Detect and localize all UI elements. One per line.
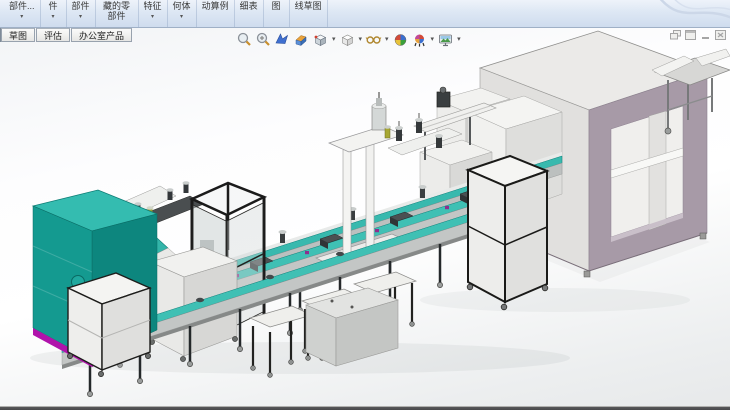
assembly-model[interactable] [0,28,730,406]
ribbon-item-bill-of-materials[interactable]: 细表 [235,0,264,28]
heads-up-view-toolbar: ▾ ▾ ▾ ▾ ▾ [236,29,462,49]
command-manager-tabs: 草图 评估 办公室产品 [0,28,133,42]
ribbon-toolbar: 部件... ▾ 件 ▾ 部件 ▾ 藏的零部件 特征 ▾ 何体 ▾ [0,0,730,28]
chevron-down-icon[interactable]: ▾ [20,14,23,20]
ribbon-item-label: 线草图 [295,1,322,11]
ribbon-item-exploded-view[interactable]: 图 [264,0,290,28]
ribbon-item-motion-study[interactable]: 动算例 [197,0,235,28]
display-style-icon[interactable] [339,31,356,48]
ribbon-item-label: 藏的零部件 [101,1,133,21]
tab-office-products[interactable]: 办公室产品 [71,28,132,42]
edit-appearance-icon[interactable] [392,31,409,48]
ribbon-item-fasteners[interactable]: 件 ▾ [41,0,67,28]
tab-evaluate[interactable]: 评估 [36,28,70,42]
hide-show-items-icon[interactable] [365,31,382,48]
ribbon-item-label: 部件 [72,1,90,11]
chevron-down-icon[interactable]: ▾ [385,35,389,43]
ribbon-item-insert-components[interactable]: 部件... ▾ [4,0,41,28]
chevron-down-icon[interactable]: ▾ [332,35,336,43]
solidworks-window: 部件... ▾ 件 ▾ 部件 ▾ 藏的零部件 特征 ▾ 何体 ▾ [0,0,730,410]
tab-label: 办公室产品 [79,29,124,42]
ribbon-item-label: 特征 [144,1,162,11]
zoom-to-fit-icon[interactable] [236,31,253,48]
ribbon-item-label: 件 [49,1,58,11]
chevron-down-icon[interactable]: ▾ [431,35,435,43]
chevron-down-icon[interactable]: ▾ [180,14,183,20]
chevron-down-icon[interactable]: ▾ [151,14,154,20]
view-settings-icon[interactable] [437,31,454,48]
ribbon-item-label: 何体 [173,1,191,11]
ribbon-item-label: 部件... [9,1,35,11]
chevron-down-icon[interactable]: ▾ [79,14,82,20]
graphics-area[interactable]: 草图 评估 办公室产品 ▾ ▾ [0,28,730,406]
ribbon-watermark-swoosh [640,0,730,28]
ribbon-item-label: 动算例 [202,1,229,11]
ribbon-item-explode-line-sketch[interactable]: 线草图 [290,0,328,28]
tab-label: 草图 [9,29,27,42]
status-bar-edge [0,406,730,410]
ribbon-item-hidden-components[interactable]: 藏的零部件 [96,0,139,28]
doc-window-close-icon[interactable] [715,30,727,40]
doc-window-minimize-icon[interactable] [700,30,712,40]
black-framed-cabinet[interactable] [467,156,548,310]
ribbon-item-label: 图 [272,1,281,11]
section-view-icon[interactable] [293,31,310,48]
ribbon-item-label: 细表 [240,1,258,11]
chevron-down-icon[interactable]: ▾ [457,35,461,43]
tab-label: 评估 [44,29,62,42]
chevron-down-icon[interactable]: ▾ [359,35,363,43]
ribbon-item-move-component[interactable]: 部件 ▾ [67,0,96,28]
previous-view-icon[interactable] [274,31,291,48]
chevron-down-icon[interactable]: ▾ [52,14,55,20]
doc-window-restore-icon[interactable] [670,30,682,40]
apply-scene-icon[interactable] [411,31,428,48]
view-orientation-icon[interactable] [312,31,329,48]
document-window-controls [670,30,727,40]
tab-sketch[interactable]: 草图 [1,28,35,42]
doc-window-maximize-icon[interactable] [685,30,697,40]
ribbon-items: 部件... ▾ 件 ▾ 部件 ▾ 藏的零部件 特征 ▾ 何体 ▾ [4,0,328,28]
zoom-to-area-icon[interactable] [255,31,272,48]
ribbon-item-reference-geometry[interactable]: 何体 ▾ [168,0,197,28]
ribbon-item-assembly-features[interactable]: 特征 ▾ [139,0,168,28]
